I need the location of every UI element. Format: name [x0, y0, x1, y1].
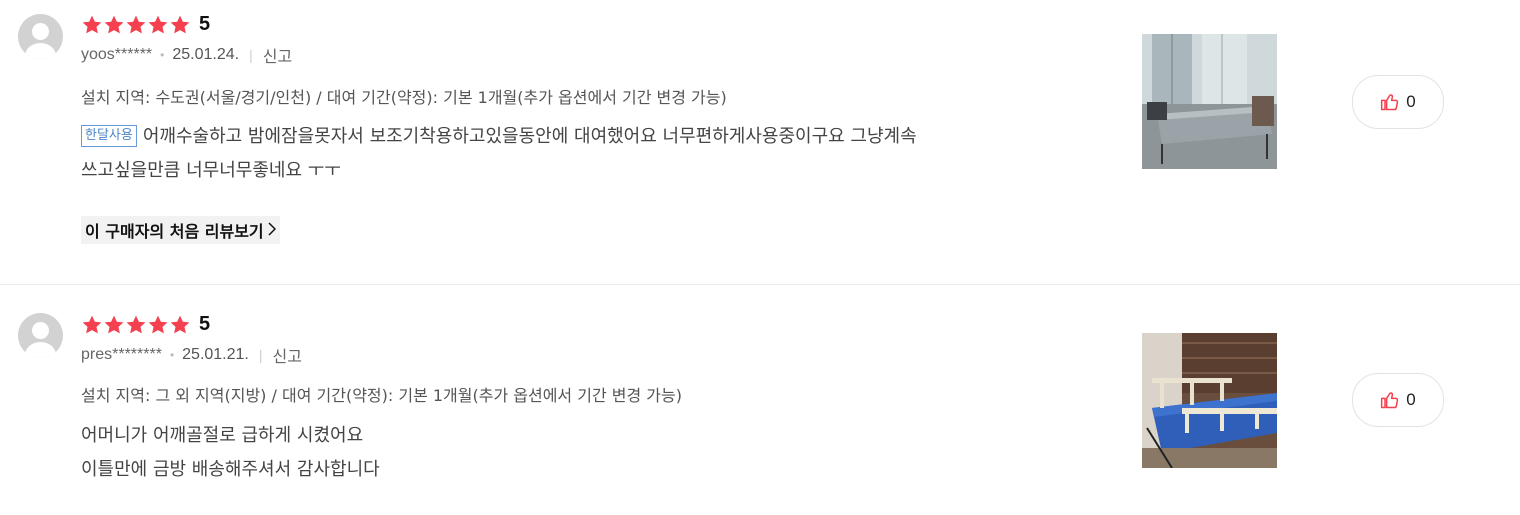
- meta-divider: |: [258, 347, 263, 363]
- review-date: 25.01.21.: [182, 346, 249, 363]
- review-content: 한달사용 어깨수술하고 밤에잠을못자서 보조기착용하고있을동안에 대여했어요 너무…: [81, 120, 1081, 188]
- review-meta: yoos****** • 25.01.24. | 신고: [81, 43, 292, 67]
- meta-dot: •: [160, 48, 165, 62]
- star-icon: [125, 314, 147, 336]
- review-date: 25.01.24.: [172, 46, 240, 63]
- chevron-right-icon: [268, 221, 276, 240]
- like-count: 0: [1406, 390, 1416, 409]
- rating-stars: 5: [81, 313, 210, 336]
- star-icon: [81, 314, 103, 336]
- review-text-line: 어깨수술하고 밤에잠을못자서 보조기착용하고있을동안에 대여했어요 너무편하게사…: [142, 126, 917, 147]
- review-text-line: 쓰고싶을만큼 너무너무좋네요 ㅜㅜ: [81, 160, 341, 181]
- like-count: 0: [1406, 92, 1416, 111]
- star-icon: [103, 14, 125, 36]
- rating-value: 5: [199, 313, 211, 335]
- reviewer-id: yoos******: [81, 46, 153, 63]
- like-button[interactable]: 0: [1352, 373, 1444, 427]
- report-button[interactable]: 신고: [263, 43, 292, 67]
- star-icon: [169, 14, 191, 36]
- star-icon: [125, 14, 147, 36]
- review-meta: pres******** • 25.01.21. | 신고: [81, 343, 302, 367]
- thumbs-up-icon: [1381, 94, 1399, 111]
- star-icon: [147, 14, 169, 36]
- purchase-option: 설치 지역: 수도권(서울/경기/인천) / 대여 기간(약정): 기본 1개월…: [81, 88, 727, 107]
- review-photo[interactable]: [1142, 34, 1277, 169]
- review-photo[interactable]: [1142, 333, 1277, 468]
- user-avatar-icon: [18, 313, 63, 358]
- report-button[interactable]: 신고: [273, 343, 302, 367]
- meta-dot: •: [169, 348, 175, 362]
- user-avatar-icon: [18, 14, 63, 59]
- review-item: 5 yoos****** • 25.01.24. | 신고 설치 지역: 수도권…: [0, 0, 1520, 285]
- review-item: 5 pres******** • 25.01.21. | 신고 설치 지역: 그…: [0, 284, 1520, 515]
- thumbs-up-icon: [1381, 392, 1399, 409]
- usage-badge: 한달사용: [81, 125, 137, 147]
- rating-stars: 5: [81, 13, 210, 36]
- first-review-link-label: 이 구매자의 처음 리뷰보기: [85, 222, 264, 241]
- purchase-option: 설치 지역: 그 외 지역(지방) / 대여 기간(약정): 기본 1개월(추가…: [81, 386, 682, 405]
- rating-value: 5: [199, 13, 211, 35]
- first-review-link[interactable]: 이 구매자의 처음 리뷰보기: [81, 216, 280, 244]
- review-text-line: 이틀만에 금방 배송해주셔서 감사합니다: [81, 459, 380, 480]
- review-content: 어머니가 어깨골절로 급하게 시켰어요 이틀만에 금방 배송해주셔서 감사합니다: [81, 419, 1081, 487]
- meta-divider: |: [249, 47, 253, 63]
- like-button[interactable]: 0: [1352, 75, 1444, 129]
- review-text-line: 어머니가 어깨골절로 급하게 시켰어요: [81, 425, 364, 446]
- reviewer-id: pres********: [81, 346, 162, 363]
- star-icon: [169, 314, 191, 336]
- star-icon: [147, 314, 169, 336]
- star-icon: [81, 14, 103, 36]
- star-icon: [103, 314, 125, 336]
